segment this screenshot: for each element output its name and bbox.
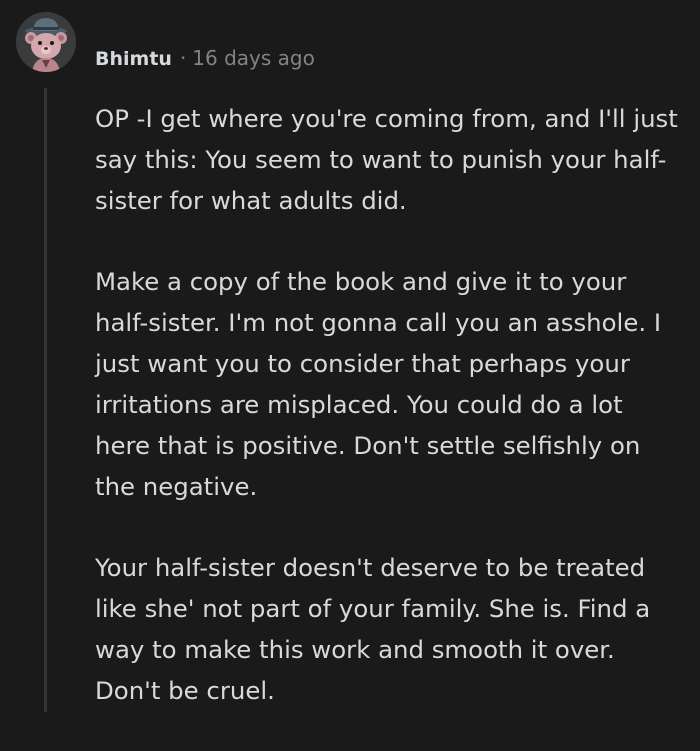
meta-separator: · xyxy=(179,46,187,70)
comment-paragraph: Your half-sister doesn't deserve to be t… xyxy=(95,553,651,705)
author-name[interactable]: Bhimtu xyxy=(95,48,172,70)
thread-collapse-line[interactable] xyxy=(44,88,47,712)
comment-body: OP -I get where you're coming from, and … xyxy=(95,98,685,751)
timestamp[interactable]: 16 days ago xyxy=(192,46,315,70)
comment: Bhimtu · 16 days ago OP -I get where you'r… xyxy=(0,0,700,712)
bear-with-hat-avatar-icon xyxy=(16,12,76,72)
comment-meta: Bhimtu · 16 days ago xyxy=(95,46,315,70)
comment-paragraph: OP -I get where you're coming from, and … xyxy=(95,104,678,215)
user-avatar[interactable] xyxy=(16,12,76,72)
comment-paragraph: Make a copy of the book and give it to y… xyxy=(95,267,662,501)
